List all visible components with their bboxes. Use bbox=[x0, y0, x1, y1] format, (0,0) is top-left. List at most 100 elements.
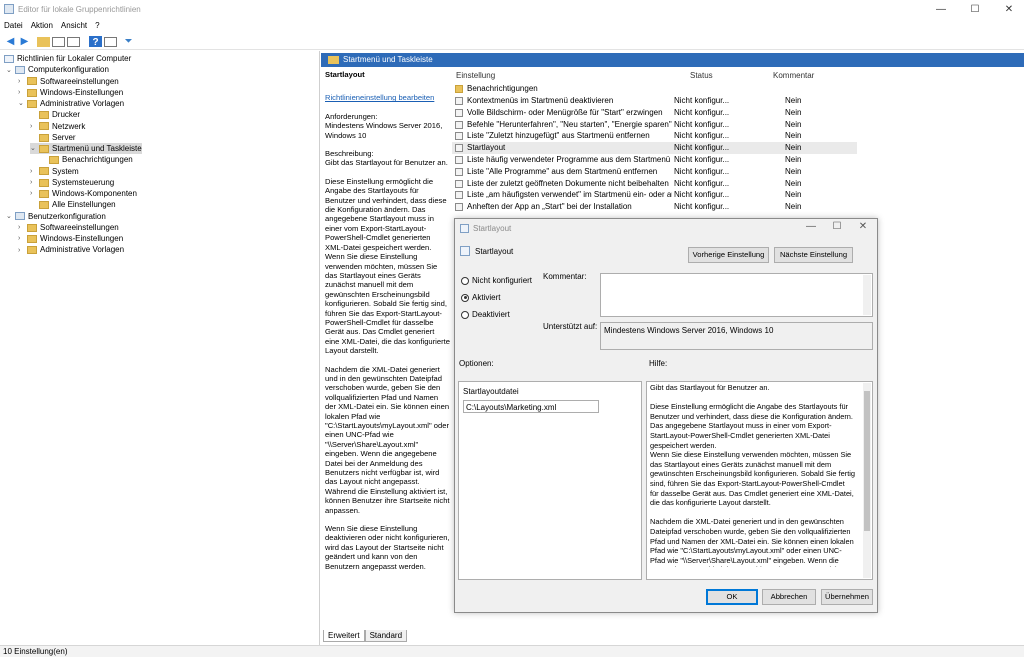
setting-row[interactable]: Liste häufig verwendeter Programme aus d… bbox=[452, 154, 857, 166]
tree-item[interactable]: › Windows-Einstellungen bbox=[18, 233, 123, 244]
expand-chevron-icon[interactable]: ⌄ bbox=[30, 143, 39, 154]
setting-status: Nicht konfigur... bbox=[674, 107, 730, 117]
setting-row[interactable]: Befehle "Herunterfahren", "Neu starten",… bbox=[452, 119, 857, 131]
expand-chevron-icon[interactable]: ⌄ bbox=[6, 211, 15, 222]
comment-input[interactable] bbox=[600, 273, 873, 317]
menu-datei[interactable]: Datei bbox=[0, 19, 27, 33]
tree-item-label: Systemsteuerung bbox=[52, 177, 115, 187]
expand-chevron-icon[interactable]: › bbox=[18, 222, 27, 233]
setting-comment: Nein bbox=[785, 131, 802, 141]
radio-enabled[interactable]: Aktiviert bbox=[461, 293, 500, 303]
tree-item[interactable]: › Softwareeinstellungen bbox=[18, 222, 119, 233]
edit-policy-link[interactable]: Richtlinieneinstellung bearbeiten bbox=[325, 93, 434, 102]
prev-setting-button[interactable]: Vorherige Einstellung bbox=[688, 247, 769, 263]
tree-item-label: Windows-Einstellungen bbox=[40, 87, 124, 97]
setting-status: Nicht konfigur... bbox=[674, 202, 730, 212]
apply-button[interactable]: Übernehmen bbox=[821, 589, 873, 605]
col-setting[interactable]: Einstellung bbox=[456, 71, 495, 80]
tree-item[interactable]: › Windows-Komponenten bbox=[30, 188, 137, 199]
tree-item[interactable]: › Systemsteuerung bbox=[30, 177, 114, 188]
expand-chevron-icon[interactable]: › bbox=[18, 245, 27, 256]
policy-setting-icon bbox=[455, 179, 463, 188]
tree-item[interactable]: › Netzwerk bbox=[30, 121, 85, 132]
tree-item[interactable]: › System bbox=[30, 166, 79, 177]
back-icon[interactable]: ◀ bbox=[4, 35, 17, 48]
close-button[interactable]: ✕ bbox=[992, 0, 1024, 19]
radio-disabled[interactable]: Deaktiviert bbox=[461, 310, 510, 320]
setting-name: Anheften der App an „Start" bei der Inst… bbox=[467, 202, 632, 212]
tree-item[interactable]: › Windows-Einstellungen bbox=[18, 87, 123, 98]
show-hide-tree-icon[interactable] bbox=[52, 37, 65, 47]
tree-item[interactable]: Alle Einstellungen bbox=[30, 199, 116, 210]
option-field-label: Startlayoutdatei bbox=[463, 387, 519, 396]
tree-item[interactable]: ⌄ Benutzerkonfiguration bbox=[6, 211, 106, 222]
col-comment[interactable]: Kommentar bbox=[773, 71, 814, 80]
filter-icon[interactable]: ⏷ bbox=[122, 35, 135, 48]
properties-icon[interactable] bbox=[104, 37, 117, 47]
help-icon[interactable]: ? bbox=[89, 36, 102, 48]
setting-comment: Nein bbox=[785, 190, 802, 200]
dialog-maximize-button[interactable]: ☐ bbox=[827, 221, 847, 232]
export-list-icon[interactable] bbox=[67, 37, 80, 47]
setting-row[interactable]: Liste "Alle Programme" aus dem Startmenü… bbox=[452, 166, 857, 178]
folder-icon bbox=[27, 99, 37, 108]
tree-item[interactable]: ⌄ Startmenü und Taskleiste bbox=[30, 143, 142, 155]
tree-item[interactable]: › Administrative Vorlagen bbox=[18, 244, 124, 255]
cancel-button[interactable]: Abbrechen bbox=[762, 589, 816, 605]
dialog-close-button[interactable]: ✕ bbox=[853, 221, 873, 232]
ok-button[interactable]: OK bbox=[706, 589, 758, 605]
expand-chevron-icon[interactable]: › bbox=[30, 188, 39, 199]
setting-row[interactable]: Kontextmenüs im Startmenü deaktivieren Ni… bbox=[452, 95, 857, 107]
desc-title: Startlayout bbox=[325, 70, 365, 79]
folder-up-icon[interactable] bbox=[37, 37, 50, 47]
tree-item[interactable]: › Softwareeinstellungen bbox=[18, 76, 119, 87]
tree-item[interactable]: Server bbox=[30, 132, 76, 143]
setting-row[interactable]: Liste „am häufigsten verwendet" im Start… bbox=[452, 189, 857, 201]
menu-bar: Datei Aktion Ansicht? bbox=[0, 19, 1024, 33]
tree-item[interactable]: ⌄ Administrative Vorlagen bbox=[18, 98, 124, 109]
policy-setting-icon bbox=[455, 191, 463, 200]
forward-icon[interactable]: ▶ bbox=[18, 35, 31, 48]
expand-chevron-icon[interactable]: ⌄ bbox=[6, 65, 15, 76]
tree-item-label: Administrative Vorlagen bbox=[40, 245, 125, 255]
help-scrollbar-thumb[interactable] bbox=[864, 391, 870, 531]
setting-status: Nicht konfigur... bbox=[674, 131, 730, 141]
menu-help[interactable]: ? bbox=[91, 19, 103, 33]
expand-chevron-icon[interactable]: › bbox=[18, 87, 27, 98]
tab-erweitert[interactable]: Erweitert bbox=[323, 630, 365, 642]
tree-item[interactable]: ⌄ Computerkonfiguration bbox=[6, 64, 109, 75]
expand-chevron-icon[interactable]: › bbox=[30, 121, 39, 132]
expand-chevron-icon[interactable]: ⌄ bbox=[18, 98, 27, 109]
tree-item-label: Windows-Komponenten bbox=[52, 189, 137, 199]
maximize-button[interactable]: ☐ bbox=[958, 0, 992, 19]
next-setting-button[interactable]: Nächste Einstellung bbox=[774, 247, 853, 263]
tree-item[interactable]: Benachrichtigungen bbox=[40, 154, 133, 165]
radio-not-configured[interactable]: Nicht konfiguriert bbox=[461, 276, 532, 286]
menu-ansicht[interactable]: Ansicht bbox=[57, 19, 91, 33]
setting-name: Liste "Zuletzt hinzugefügt" aus Startmen… bbox=[467, 131, 650, 141]
tree-item[interactable]: Drucker bbox=[30, 109, 80, 120]
tree-root[interactable]: Richtlinien für Lokaler Computer bbox=[4, 53, 131, 64]
folder-icon bbox=[39, 178, 49, 187]
expand-chevron-icon[interactable]: › bbox=[18, 233, 27, 244]
dialog-minimize-button[interactable]: — bbox=[801, 221, 821, 232]
tree-item-label: Benutzerkonfiguration bbox=[28, 211, 106, 221]
setting-row[interactable]: Volle Bildschirm- oder Menügröße für "St… bbox=[452, 107, 857, 119]
expand-chevron-icon[interactable]: › bbox=[30, 177, 39, 188]
setting-row[interactable]: Liste "Zuletzt hinzugefügt" aus Startmen… bbox=[452, 130, 857, 142]
computer-icon bbox=[15, 66, 25, 75]
expand-chevron-icon[interactable]: › bbox=[18, 76, 27, 87]
list-folder[interactable]: Benachrichtigungen bbox=[452, 83, 857, 95]
setting-row[interactable]: Anheften der App an „Start" bei der Inst… bbox=[452, 201, 857, 213]
tree-item-label: Windows-Einstellungen bbox=[40, 234, 124, 244]
setting-row[interactable]: Liste der zuletzt geöffneten Dokumente n… bbox=[452, 178, 857, 190]
col-status[interactable]: Status bbox=[690, 71, 713, 80]
tab-standard[interactable]: Standard bbox=[364, 630, 408, 642]
minimize-button[interactable]: — bbox=[924, 0, 958, 19]
expand-chevron-icon[interactable]: › bbox=[30, 166, 39, 177]
layout-file-input[interactable]: C:\Layouts\Marketing.xml bbox=[463, 400, 599, 413]
setting-comment: Nein bbox=[785, 107, 802, 117]
menu-aktion[interactable]: Aktion bbox=[27, 19, 57, 33]
setting-row[interactable]: Startlayout Nicht konfigur... Nein bbox=[452, 142, 857, 154]
tree-item-label: Computerkonfiguration bbox=[28, 65, 109, 75]
